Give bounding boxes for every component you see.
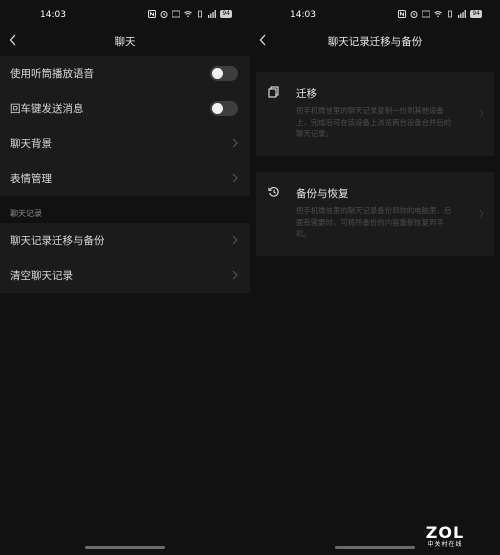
chevron-right-icon	[479, 109, 484, 118]
vibrate-icon	[198, 10, 203, 18]
backup-restore-icon	[268, 187, 279, 197]
card-title: 迁移	[296, 88, 317, 100]
setting-label: 表情管理	[10, 173, 52, 185]
card-description: 把手机微信里的聊天记录备份到你的电脑里，后面有需要时，可将所备份的内容重新恢复到…	[296, 206, 452, 238]
enter-send-toggle[interactable]	[210, 101, 238, 116]
wifi-icon	[434, 11, 443, 18]
data-speed-icon	[172, 10, 181, 18]
earpiece-toggle[interactable]	[210, 66, 238, 81]
setting-label: 使用听筒播放语音	[10, 68, 94, 80]
status-icons: 94	[398, 10, 482, 18]
migration-backup-screen: 14:03 94 聊天记录迁移与备份 迁移 把手机微信里的聊天记录复制一份到其他…	[250, 0, 500, 555]
home-indicator[interactable]	[335, 546, 415, 549]
toggle-knob	[212, 68, 223, 79]
chat-history-group: 聊天记录迁移与备份 清空聊天记录	[0, 223, 250, 293]
setting-label: 聊天背景	[10, 138, 52, 150]
chat-options-group: 使用听筒播放语音 回车键发送消息 聊天背景 表情管理	[0, 56, 250, 196]
nav-bar: 聊天记录迁移与备份	[250, 28, 500, 54]
page-title: 聊天	[114, 36, 136, 48]
alarm-icon	[160, 11, 168, 18]
nfc-icon	[398, 10, 407, 18]
signal-icon	[458, 10, 467, 18]
vibrate-icon	[448, 10, 453, 18]
chevron-right-icon	[232, 270, 238, 280]
nav-bar: 聊天	[0, 28, 250, 54]
setting-row-earpiece[interactable]: 使用听筒播放语音	[0, 56, 250, 91]
setting-row-chat-background[interactable]: 聊天背景	[0, 126, 250, 161]
status-time: 14:03	[40, 10, 66, 20]
setting-row-sticker-manage[interactable]: 表情管理	[0, 161, 250, 196]
setting-label: 聊天记录迁移与备份	[10, 235, 105, 247]
status-bar: 14:03 94	[0, 0, 250, 28]
status-icons: 94	[148, 10, 232, 18]
nfc-icon	[148, 10, 157, 18]
setting-row-clear-history[interactable]: 清空聊天记录	[0, 258, 250, 293]
watermark-subtitle: 中关村在线	[427, 541, 463, 548]
toggle-knob	[212, 103, 223, 114]
page-title: 聊天记录迁移与备份	[327, 36, 423, 48]
chevron-right-icon	[479, 209, 484, 218]
card-description: 把手机微信里的聊天记录复制一份到其他设备上，完成后可在该设备上浏览两台设备合并后…	[296, 106, 452, 138]
signal-icon	[208, 10, 217, 18]
chevron-right-icon	[232, 173, 238, 183]
battery-icon: 94	[220, 10, 232, 18]
migrate-icon	[268, 86, 279, 98]
setting-row-enter-send[interactable]: 回车键发送消息	[0, 91, 250, 126]
watermark-logo: ZOL	[425, 523, 465, 542]
status-bar: 14:03 94	[250, 0, 500, 28]
chat-settings-screen: 14:03 94 聊天 使用听筒播放语音 回车键发送消息 聊天背景 表情管理 聊…	[0, 0, 250, 555]
home-indicator[interactable]	[85, 546, 165, 549]
wifi-icon	[184, 11, 193, 18]
alarm-icon	[410, 11, 418, 18]
setting-label: 回车键发送消息	[10, 103, 84, 115]
status-time: 14:03	[290, 10, 316, 20]
zol-watermark: ZOL 中关村在线	[420, 524, 470, 548]
battery-icon: 94	[470, 10, 482, 18]
setting-label: 清空聊天记录	[10, 270, 73, 282]
data-speed-icon	[422, 10, 431, 18]
chevron-right-icon	[232, 138, 238, 148]
migrate-card[interactable]: 迁移 把手机微信里的聊天记录复制一份到其他设备上，完成后可在该设备上浏览两台设备…	[256, 72, 494, 156]
setting-row-migrate-backup[interactable]: 聊天记录迁移与备份	[0, 223, 250, 258]
card-title: 备份与恢复	[296, 188, 349, 200]
section-label-chat-history: 聊天记录	[10, 209, 42, 218]
backup-restore-card[interactable]: 备份与恢复 把手机微信里的聊天记录备份到你的电脑里，后面有需要时，可将所备份的内…	[256, 172, 494, 256]
chevron-right-icon	[232, 235, 238, 245]
